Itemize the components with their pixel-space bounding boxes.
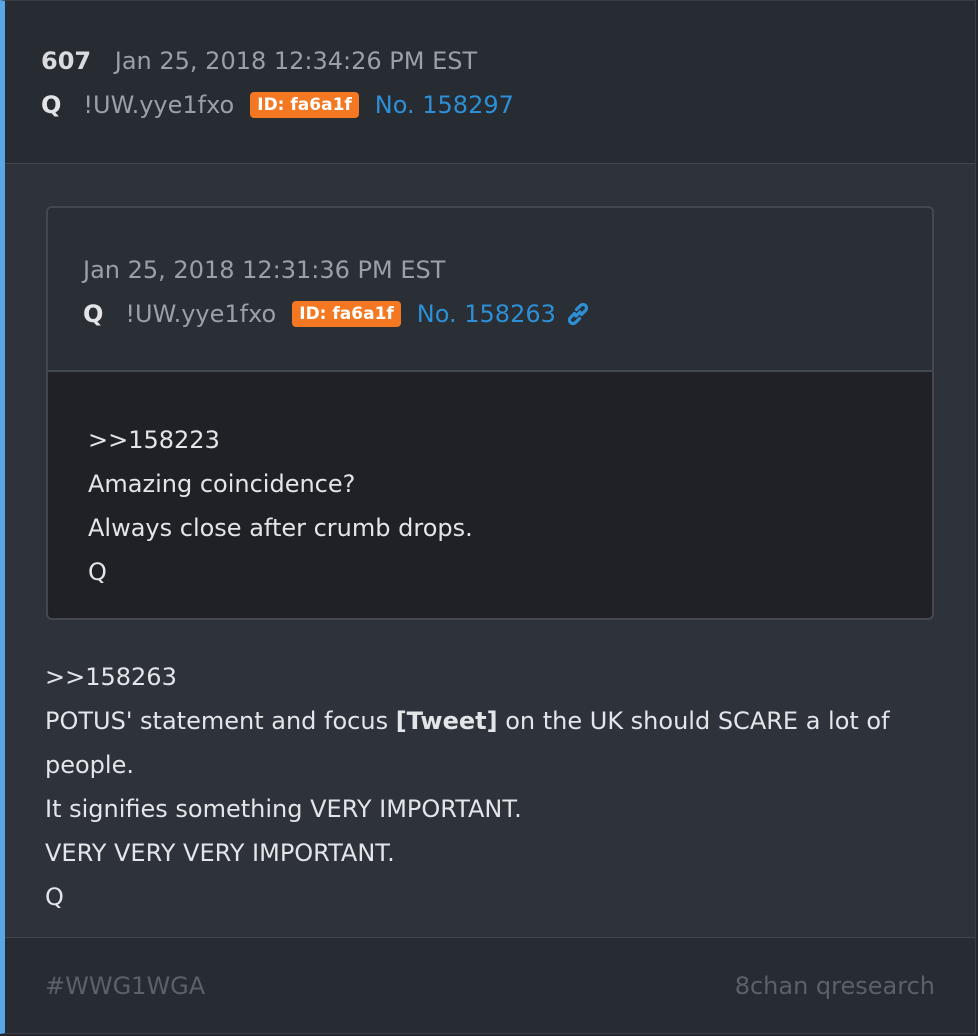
quoted-post-date: Jan 25, 2018 12:31:36 PM EST	[83, 256, 446, 284]
body-line: It signifies something VERY IMPORTANT.	[45, 795, 522, 823]
body-text: POTUS' statement and focus	[45, 707, 396, 735]
post-body: >>158263 POTUS' statement and focus [Twe…	[45, 655, 925, 919]
id-badge: ID: fa6a1f	[250, 92, 359, 118]
post-header: 607 Jan 25, 2018 12:34:26 PM EST Q !UW.y…	[5, 1, 975, 164]
post-footer: #WWG1WGA 8chan qresearch	[5, 937, 975, 1033]
quoted-text-line: Amazing coincidence?	[88, 470, 356, 498]
quoted-post-meta-line: Jan 25, 2018 12:31:36 PM EST	[83, 256, 445, 284]
post-number: 607	[41, 47, 92, 75]
tweet-link[interactable]: [Tweet]	[396, 707, 498, 735]
quoted-author-name: Q	[83, 300, 104, 328]
hashtag: #WWG1WGA	[45, 972, 206, 1000]
quoted-reply-ref[interactable]: >>158223	[88, 418, 912, 462]
post-date: Jan 25, 2018 12:34:26 PM EST	[114, 47, 478, 75]
quoted-post-author-line: Q !UW.yye1fxo ID: fa6a1f No. 158263	[83, 300, 592, 328]
quoted-text-line: Always close after crumb drops.	[88, 514, 473, 542]
body-signature: Q	[45, 883, 64, 911]
quoted-post: Jan 25, 2018 12:31:36 PM EST Q !UW.yye1f…	[46, 206, 934, 620]
quoted-tripcode: !UW.yye1fxo	[125, 300, 277, 328]
body-line: VERY VERY VERY IMPORTANT.	[45, 839, 395, 867]
post-meta-line: 607 Jan 25, 2018 12:34:26 PM EST	[41, 47, 477, 75]
quoted-post-number-link[interactable]: No. 158263	[417, 300, 556, 328]
body-paragraph: POTUS' statement and focus [Tweet] on th…	[45, 699, 925, 787]
quoted-post-header: Jan 25, 2018 12:31:36 PM EST Q !UW.yye1f…	[48, 208, 932, 372]
tripcode: !UW.yye1fxo	[83, 91, 235, 119]
author-name: Q	[41, 91, 62, 119]
reply-reference[interactable]: >>158263	[45, 655, 925, 699]
quoted-id-badge: ID: fa6a1f	[292, 301, 401, 327]
post-number-link[interactable]: No. 158297	[375, 91, 514, 119]
quoted-signature: Q	[88, 558, 107, 586]
quoted-post-body: >>158223 Amazing coincidence? Always clo…	[88, 418, 912, 594]
post-author-line: Q !UW.yye1fxo ID: fa6a1f No. 158297	[41, 91, 514, 119]
link-icon[interactable]	[564, 300, 592, 328]
source-label: 8chan qresearch	[734, 972, 935, 1000]
post-card: 607 Jan 25, 2018 12:34:26 PM EST Q !UW.y…	[0, 0, 976, 1034]
